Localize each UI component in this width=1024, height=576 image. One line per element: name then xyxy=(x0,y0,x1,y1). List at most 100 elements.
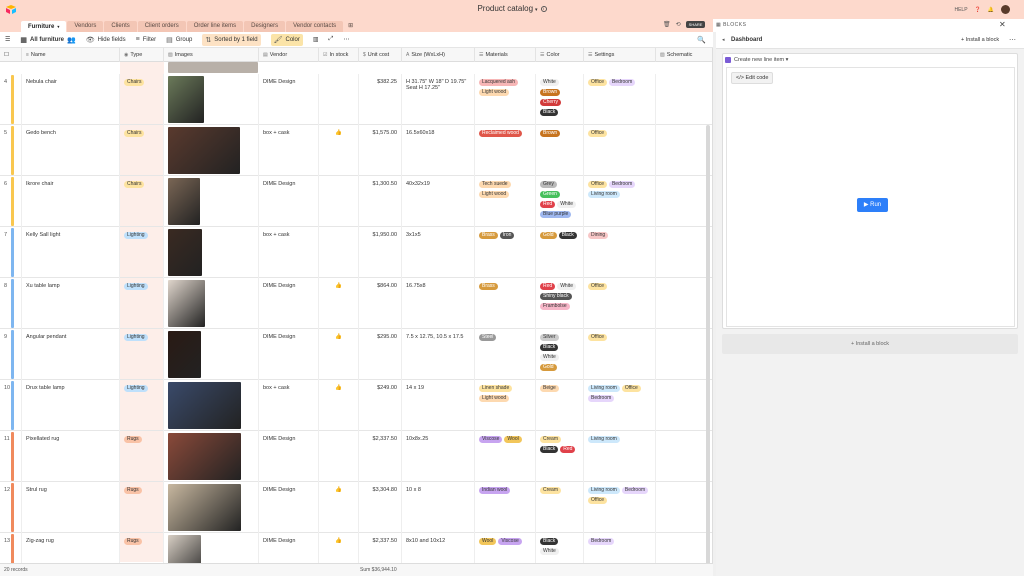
image-thumbnail[interactable] xyxy=(168,535,201,564)
vendor-cell[interactable]: DIME Design xyxy=(259,74,319,125)
in-stock-cell[interactable] xyxy=(319,176,359,227)
in-stock-cell[interactable]: 👍 xyxy=(319,329,359,380)
color-cell[interactable]: White Brown Cherry Black xyxy=(536,74,584,125)
schematic-cell[interactable] xyxy=(656,380,712,431)
color-cell[interactable]: Red White Shiny black Frambolse xyxy=(536,278,584,329)
trash-icon[interactable]: 🗑 xyxy=(663,21,671,28)
column-header-in-stock[interactable]: ☑ In stock xyxy=(319,48,359,62)
tab-furniture[interactable]: Furniture ▾ xyxy=(21,21,67,32)
schematic-cell[interactable] xyxy=(656,431,712,482)
tab-clients[interactable]: Clients xyxy=(104,21,137,32)
table-row[interactable]: 5 Gedo bench Chairs box + cask 👍 $1,575.00 16.… xyxy=(0,125,712,176)
images-cell[interactable] xyxy=(164,74,259,125)
column-header-type[interactable]: ◉ Type xyxy=(120,48,164,62)
color-cell[interactable]: Black White xyxy=(536,533,584,564)
in-stock-cell[interactable]: 👍 xyxy=(319,482,359,533)
schematic-cell[interactable] xyxy=(656,176,712,227)
bell-icon[interactable]: 🔔 xyxy=(988,7,994,13)
materials-cell[interactable]: Wool Viscose xyxy=(475,533,536,564)
type-cell[interactable]: Chairs xyxy=(120,125,164,176)
materials-cell[interactable]: Reclaimed wood xyxy=(475,125,536,176)
name-cell[interactable]: Zig-zag rug xyxy=(22,533,120,564)
size-cell[interactable]: 8x10 and 10x12 xyxy=(402,533,475,564)
search-icon[interactable]: 🔍 xyxy=(697,36,706,44)
image-thumbnail[interactable] xyxy=(168,280,205,327)
schematic-cell[interactable] xyxy=(656,74,712,125)
name-cell[interactable]: Kelly Sall light xyxy=(22,227,120,278)
name-cell[interactable]: Drux table lamp xyxy=(22,380,120,431)
vendor-cell[interactable]: DIME Design xyxy=(259,533,319,564)
info-icon[interactable]: i xyxy=(540,6,547,12)
materials-cell[interactable]: Linen shade Light wood xyxy=(475,380,536,431)
color-cell[interactable]: Grey Green Red White Blue purple xyxy=(536,176,584,227)
images-cell[interactable] xyxy=(164,482,259,533)
size-cell[interactable]: 10 x 8 xyxy=(402,482,475,533)
sum-summary[interactable]: Sum $36,944.10 xyxy=(360,567,397,573)
images-cell[interactable] xyxy=(164,176,259,227)
unit-cost-cell[interactable]: $864.00 xyxy=(359,278,402,329)
size-cell[interactable]: 40x32x19 xyxy=(402,176,475,227)
type-cell[interactable]: Rugs xyxy=(120,482,164,533)
grid-scrollbar[interactable] xyxy=(706,125,710,565)
help-icon[interactable]: ❓ xyxy=(975,7,981,13)
table-row[interactable]: 9 Angular pendant Lighting DIME Design 👍 $295… xyxy=(0,329,712,380)
chevron-down-icon[interactable]: ▾ xyxy=(57,24,59,29)
install-block-button[interactable]: + Install a block xyxy=(961,37,999,43)
table-row[interactable]: 12 Strul rug Rugs DIME Design 👍 $3,304.80 10 x… xyxy=(0,482,712,533)
row-height-icon[interactable]: ▥ xyxy=(313,36,319,43)
add-table-icon[interactable]: ⊞ xyxy=(344,21,357,32)
column-header-schematic[interactable]: ▧ Schematic xyxy=(656,48,712,62)
name-cell[interactable]: Angular pendant xyxy=(22,329,120,380)
column-header-materials[interactable]: ☰ Materials xyxy=(475,48,536,62)
help-link[interactable]: HELP xyxy=(954,7,967,13)
vendor-cell[interactable]: DIME Design xyxy=(259,278,319,329)
tab-order-line-items[interactable]: Order line items xyxy=(186,21,244,32)
vendor-cell[interactable]: box + cask xyxy=(259,380,319,431)
hide-fields-button[interactable]: 👁 Hide fields xyxy=(86,36,126,44)
block-title[interactable]: Create new line item ▾ xyxy=(734,57,788,63)
share-view-icon[interactable]: ⤢ xyxy=(329,36,334,43)
unit-cost-cell[interactable]: $382.25 xyxy=(359,74,402,125)
unit-cost-cell[interactable]: $2,337.50 xyxy=(359,533,402,564)
name-cell[interactable]: Gedo bench xyxy=(22,125,120,176)
in-stock-cell[interactable] xyxy=(319,431,359,482)
table-row[interactable]: 10 Drux table lamp Lighting box + cask 👍 $249… xyxy=(0,380,712,431)
in-stock-cell[interactable]: 👍 xyxy=(319,380,359,431)
materials-cell[interactable]: Viscose Wool xyxy=(475,431,536,482)
edit-code-button[interactable]: </> Edit code xyxy=(731,72,774,84)
chevron-left-icon[interactable]: ◂ xyxy=(722,37,725,43)
unit-cost-cell[interactable]: $249.00 xyxy=(359,380,402,431)
share-button[interactable]: SHARE xyxy=(685,21,706,28)
column-header-settings[interactable]: ☰ Settings xyxy=(584,48,656,62)
schematic-cell[interactable] xyxy=(656,329,712,380)
size-cell[interactable]: 3x1x5 xyxy=(402,227,475,278)
table-row[interactable]: 7 Kelly Sall light Lighting box + cask $1,95… xyxy=(0,227,712,278)
name-cell[interactable]: Strul rug xyxy=(22,482,120,533)
type-cell[interactable]: Rugs xyxy=(120,533,164,564)
column-header-size[interactable]: A Size (WxLxH) xyxy=(402,48,475,62)
unit-cost-cell[interactable]: $1,950.00 xyxy=(359,227,402,278)
in-stock-cell[interactable] xyxy=(319,74,359,125)
name-cell[interactable]: Pixellated rug xyxy=(22,431,120,482)
size-cell[interactable]: 16.75x8 xyxy=(402,278,475,329)
settings-cell[interactable]: Living room Bedroom Office xyxy=(584,482,656,533)
close-icon[interactable]: ✕ xyxy=(999,20,1006,29)
column-header-images[interactable]: ▧ Images xyxy=(164,48,259,62)
chevron-down-icon[interactable]: ▾ xyxy=(535,7,538,13)
history-icon[interactable]: ⟲ xyxy=(676,21,681,28)
color-cell[interactable]: Gold Black xyxy=(536,227,584,278)
color-cell[interactable]: Silver Black White Gold xyxy=(536,329,584,380)
images-cell[interactable] xyxy=(164,533,259,564)
images-cell[interactable] xyxy=(164,329,259,380)
in-stock-cell[interactable]: 👍 xyxy=(319,533,359,564)
schematic-cell[interactable] xyxy=(656,533,712,564)
images-cell[interactable] xyxy=(164,431,259,482)
type-cell[interactable]: Lighting xyxy=(120,278,164,329)
vendor-cell[interactable]: DIME Design xyxy=(259,431,319,482)
name-cell[interactable]: Nebula chair xyxy=(22,74,120,125)
sort-button[interactable]: ⇅ Sorted by 1 field xyxy=(202,33,261,46)
column-header-vendor[interactable]: ▤ Vendor xyxy=(259,48,319,62)
vendor-cell[interactable]: box + cask xyxy=(259,227,319,278)
image-thumbnail[interactable] xyxy=(168,178,200,225)
unit-cost-cell[interactable]: $2,337.50 xyxy=(359,431,402,482)
